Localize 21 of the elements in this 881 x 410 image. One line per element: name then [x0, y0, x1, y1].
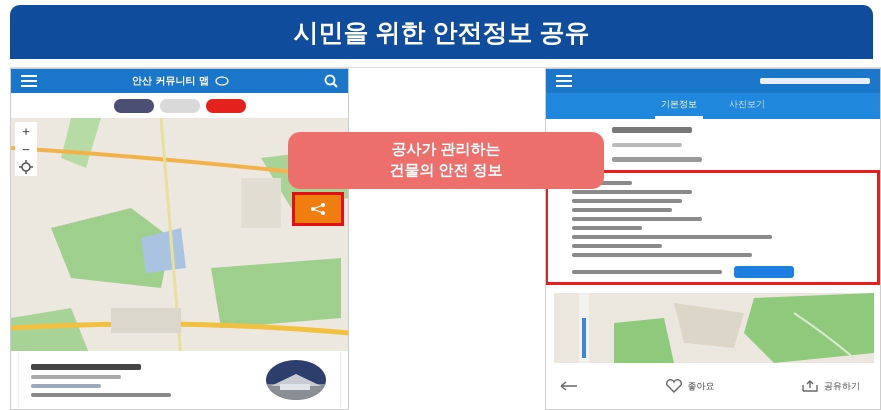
slide-title: 시민을 위한 안전정보 공유 [294, 18, 590, 48]
text-line-drawing [31, 384, 101, 388]
back-arrow-icon [560, 381, 578, 391]
heart-icon [664, 379, 682, 393]
menu-icon [21, 75, 37, 87]
share-icon [310, 203, 326, 215]
action-button[interactable]: 공유하기 [801, 379, 860, 393]
tab[interactable]: 기본정보 [655, 93, 703, 119]
menu-icon [556, 75, 572, 87]
info-icon [214, 76, 229, 86]
callout-label: 공사가 관리하는 건물의 안전 정보 [288, 132, 604, 189]
text-line-drawing [572, 226, 642, 230]
action-button[interactable]: 좋아요 [664, 379, 714, 393]
app-title: 안산 커뮤니티 맵 [132, 75, 209, 88]
filter-button[interactable] [114, 98, 154, 112]
map-action-button[interactable] [292, 192, 344, 226]
search-icon [324, 74, 338, 88]
filter-button[interactable] [206, 98, 246, 112]
text-line-drawing [612, 143, 682, 147]
locate-icon [19, 160, 33, 174]
share-icon [801, 379, 819, 393]
